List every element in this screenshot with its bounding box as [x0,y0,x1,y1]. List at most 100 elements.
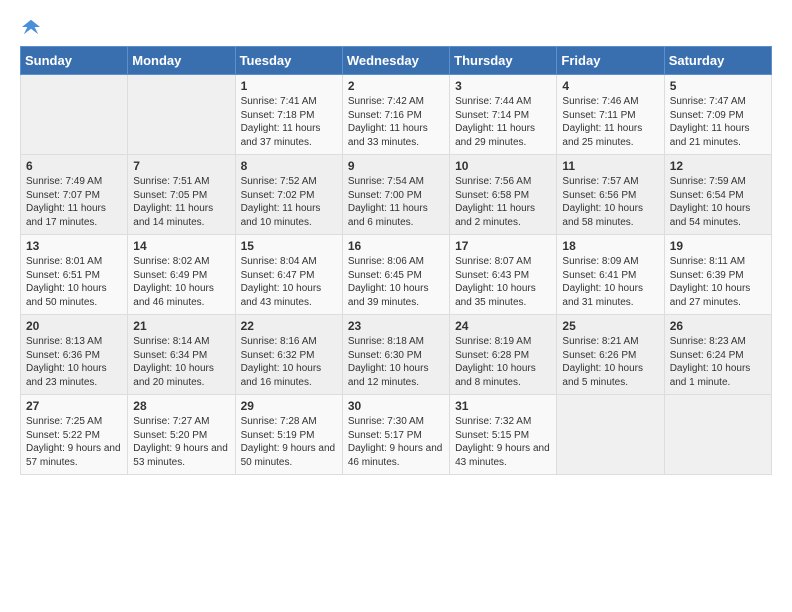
calendar-table: SundayMondayTuesdayWednesdayThursdayFrid… [20,46,772,475]
day-number: 29 [241,399,337,413]
day-info: Sunrise: 8:11 AM Sunset: 6:39 PM Dayligh… [670,255,766,309]
day-number: 8 [241,159,337,173]
calendar-day-cell: 30 Sunrise: 7:30 AM Sunset: 5:17 PM Dayli… [342,395,449,475]
calendar-day-cell: 2 Sunrise: 7:42 AM Sunset: 7:16 PM Daylig… [342,75,449,155]
calendar-day-cell: 26Sunrise: 8:23 AM Sunset: 6:24 PM Dayli… [664,315,771,395]
day-info: Sunrise: 8:13 AM Sunset: 6:36 PM Dayligh… [26,335,122,389]
calendar-day-cell: 16 Sunrise: 8:06 AM Sunset: 6:45 PM Dayli… [342,235,449,315]
calendar-day-cell: 25 Sunrise: 8:21 AM Sunset: 6:26 PM Dayli… [557,315,664,395]
calendar-week-row: 6 Sunrise: 7:49 AM Sunset: 7:07 PM Daylig… [21,155,772,235]
logo [20,20,40,36]
calendar-day-cell: 5Sunrise: 7:47 AM Sunset: 7:09 PM Daylig… [664,75,771,155]
calendar-day-header: Monday [128,47,235,75]
day-info: Sunrise: 8:01 AM Sunset: 6:51 PM Dayligh… [26,255,122,309]
calendar-day-cell [21,75,128,155]
day-number: 14 [133,239,229,253]
day-info: Sunrise: 8:19 AM Sunset: 6:28 PM Dayligh… [455,335,551,389]
day-info: Sunrise: 8:14 AM Sunset: 6:34 PM Dayligh… [133,335,229,389]
calendar-day-header: Thursday [450,47,557,75]
day-info: Sunrise: 7:27 AM Sunset: 5:20 PM Dayligh… [133,415,229,469]
day-number: 28 [133,399,229,413]
calendar-week-row: 1 Sunrise: 7:41 AM Sunset: 7:18 PM Daylig… [21,75,772,155]
calendar-day-cell [128,75,235,155]
calendar-day-cell: 27Sunrise: 7:25 AM Sunset: 5:22 PM Dayli… [21,395,128,475]
day-number: 16 [348,239,444,253]
calendar-day-header: Saturday [664,47,771,75]
day-number: 1 [241,79,337,93]
calendar-day-cell: 10 Sunrise: 7:56 AM Sunset: 6:58 PM Dayli… [450,155,557,235]
day-number: 24 [455,319,551,333]
day-info: Sunrise: 8:23 AM Sunset: 6:24 PM Dayligh… [670,335,766,389]
day-number: 22 [241,319,337,333]
day-number: 4 [562,79,658,93]
calendar-day-cell: 31 Sunrise: 7:32 AM Sunset: 5:15 PM Dayli… [450,395,557,475]
calendar-day-cell: 28 Sunrise: 7:27 AM Sunset: 5:20 PM Dayli… [128,395,235,475]
day-info: Sunrise: 7:54 AM Sunset: 7:00 PM Dayligh… [348,175,444,229]
day-info: Sunrise: 7:46 AM Sunset: 7:11 PM Dayligh… [562,95,658,149]
day-info: Sunrise: 8:21 AM Sunset: 6:26 PM Dayligh… [562,335,658,389]
day-info: Sunrise: 8:16 AM Sunset: 6:32 PM Dayligh… [241,335,337,389]
logo-bird-icon [22,18,40,36]
calendar-day-header: Tuesday [235,47,342,75]
day-number: 11 [562,159,658,173]
calendar-day-cell: 19 Sunrise: 8:11 AM Sunset: 6:39 PM Dayli… [664,235,771,315]
day-number: 20 [26,319,122,333]
day-info: Sunrise: 7:42 AM Sunset: 7:16 PM Dayligh… [348,95,444,149]
day-info: Sunrise: 7:52 AM Sunset: 7:02 PM Dayligh… [241,175,337,229]
day-number: 17 [455,239,551,253]
day-number: 19 [670,239,766,253]
calendar-day-cell [664,395,771,475]
calendar-day-cell: 18 Sunrise: 8:09 AM Sunset: 6:41 PM Dayli… [557,235,664,315]
day-number: 10 [455,159,551,173]
calendar-day-cell: 23Sunrise: 8:18 AM Sunset: 6:30 PM Dayli… [342,315,449,395]
day-info: Sunrise: 7:49 AM Sunset: 7:07 PM Dayligh… [26,175,122,229]
day-number: 30 [348,399,444,413]
day-info: Sunrise: 7:59 AM Sunset: 6:54 PM Dayligh… [670,175,766,229]
calendar-day-cell: 8 Sunrise: 7:52 AM Sunset: 7:02 PM Daylig… [235,155,342,235]
day-number: 12 [670,159,766,173]
calendar-day-cell: 1 Sunrise: 7:41 AM Sunset: 7:18 PM Daylig… [235,75,342,155]
calendar-day-cell [557,395,664,475]
day-info: Sunrise: 8:18 AM Sunset: 6:30 PM Dayligh… [348,335,444,389]
calendar-day-cell: 12 Sunrise: 7:59 AM Sunset: 6:54 PM Dayli… [664,155,771,235]
day-number: 2 [348,79,444,93]
header [20,16,772,36]
day-info: Sunrise: 8:02 AM Sunset: 6:49 PM Dayligh… [133,255,229,309]
calendar-day-cell: 22 Sunrise: 8:16 AM Sunset: 6:32 PM Dayli… [235,315,342,395]
day-info: Sunrise: 7:25 AM Sunset: 5:22 PM Dayligh… [26,415,122,469]
day-info: Sunrise: 8:07 AM Sunset: 6:43 PM Dayligh… [455,255,551,309]
calendar-day-cell: 6 Sunrise: 7:49 AM Sunset: 7:07 PM Daylig… [21,155,128,235]
day-info: Sunrise: 7:32 AM Sunset: 5:15 PM Dayligh… [455,415,551,469]
calendar-day-cell: 15 Sunrise: 8:04 AM Sunset: 6:47 PM Dayli… [235,235,342,315]
calendar-week-row: 13Sunrise: 8:01 AM Sunset: 6:51 PM Dayli… [21,235,772,315]
calendar-week-row: 27Sunrise: 7:25 AM Sunset: 5:22 PM Dayli… [21,395,772,475]
day-info: Sunrise: 8:09 AM Sunset: 6:41 PM Dayligh… [562,255,658,309]
day-number: 25 [562,319,658,333]
day-info: Sunrise: 7:47 AM Sunset: 7:09 PM Dayligh… [670,95,766,149]
day-info: Sunrise: 7:57 AM Sunset: 6:56 PM Dayligh… [562,175,658,229]
day-info: Sunrise: 7:51 AM Sunset: 7:05 PM Dayligh… [133,175,229,229]
day-number: 6 [26,159,122,173]
day-info: Sunrise: 7:41 AM Sunset: 7:18 PM Dayligh… [241,95,337,149]
calendar-day-cell: 3Sunrise: 7:44 AM Sunset: 7:14 PM Daylig… [450,75,557,155]
calendar-day-cell: 17 Sunrise: 8:07 AM Sunset: 6:43 PM Dayli… [450,235,557,315]
calendar-day-cell: 14 Sunrise: 8:02 AM Sunset: 6:49 PM Dayli… [128,235,235,315]
calendar-week-row: 20 Sunrise: 8:13 AM Sunset: 6:36 PM Dayli… [21,315,772,395]
calendar-day-cell: 9Sunrise: 7:54 AM Sunset: 7:00 PM Daylig… [342,155,449,235]
calendar-day-header: Friday [557,47,664,75]
calendar-header-row: SundayMondayTuesdayWednesdayThursdayFrid… [21,47,772,75]
calendar-day-cell: 13Sunrise: 8:01 AM Sunset: 6:51 PM Dayli… [21,235,128,315]
calendar-day-cell: 24 Sunrise: 8:19 AM Sunset: 6:28 PM Dayli… [450,315,557,395]
day-number: 18 [562,239,658,253]
calendar-day-cell: 29Sunrise: 7:28 AM Sunset: 5:19 PM Dayli… [235,395,342,475]
calendar-day-cell: 4 Sunrise: 7:46 AM Sunset: 7:11 PM Daylig… [557,75,664,155]
day-info: Sunrise: 7:56 AM Sunset: 6:58 PM Dayligh… [455,175,551,229]
day-info: Sunrise: 7:30 AM Sunset: 5:17 PM Dayligh… [348,415,444,469]
day-number: 15 [241,239,337,253]
day-info: Sunrise: 8:06 AM Sunset: 6:45 PM Dayligh… [348,255,444,309]
day-number: 21 [133,319,229,333]
calendar-day-cell: 21 Sunrise: 8:14 AM Sunset: 6:34 PM Dayli… [128,315,235,395]
day-info: Sunrise: 7:44 AM Sunset: 7:14 PM Dayligh… [455,95,551,149]
day-info: Sunrise: 8:04 AM Sunset: 6:47 PM Dayligh… [241,255,337,309]
day-number: 31 [455,399,551,413]
